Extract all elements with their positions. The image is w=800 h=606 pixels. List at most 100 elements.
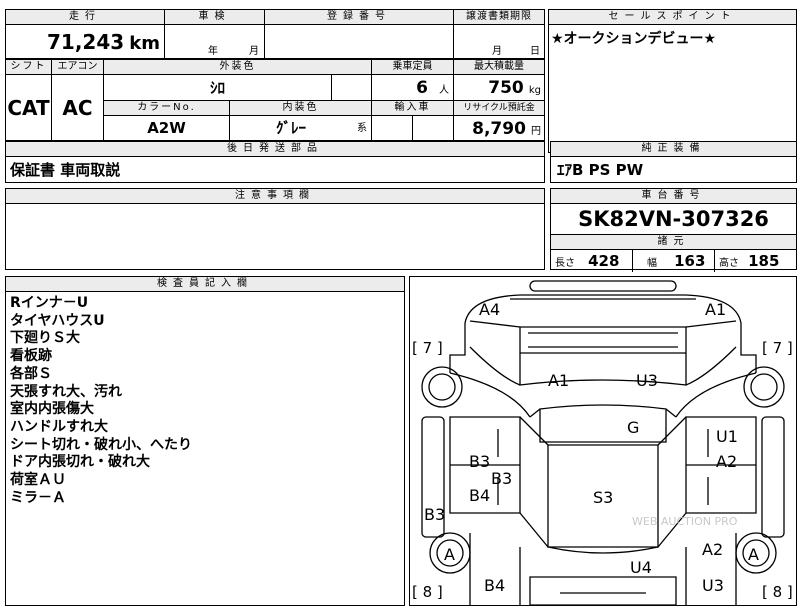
vehicle-diagram-box: A4 A1 [ 7 ] [ 7 ] A1 U3 G U1 A2 B3 B3 B4… [409, 276, 797, 606]
mark-left-door-upper-2: B3 [491, 469, 513, 488]
max-load-unit: kg [528, 85, 541, 96]
transfer-day: 日 [530, 46, 540, 57]
note-line: タイヤハウスU [10, 312, 105, 329]
dims-label: 諸元 [551, 235, 796, 250]
interior-box: ｸﾞﾚｰ 系 [230, 116, 372, 141]
length-label: 長さ [555, 258, 575, 269]
chassis-label: 車台番号 [551, 189, 796, 204]
note-line: ドア内張切れ・破れ大 [10, 454, 150, 471]
watermark: WEB AUCTION PRO [632, 515, 738, 528]
mark-rear-left-wheel: A [444, 545, 455, 564]
mark-hood-left: A1 [548, 371, 570, 390]
genuine-equipment-label: 純正装備 [551, 142, 796, 157]
note-line: 下廻りＳ大 [10, 330, 80, 347]
genuine-equipment-box: 純正装備 ｴｱB PS PW [550, 141, 797, 183]
length-cell: 長さ 428 [551, 250, 633, 272]
height-value: 185 [748, 252, 780, 270]
later-parts-box: 後日発送部品 保証書 車両取説 [5, 141, 545, 183]
registration-box: 登録番号 [264, 9, 454, 59]
recycle-box: 8,790 円 [454, 116, 544, 141]
mark-front-right: A1 [705, 300, 727, 319]
note-line: 看板跡 [10, 348, 52, 365]
sales-point-box: セールスポイント ★オークションデビュー★ [548, 9, 797, 153]
inspection-month: 月 [249, 46, 259, 57]
mark-front-left: A4 [479, 300, 501, 319]
import-cell-a [372, 116, 413, 141]
chassis-value: SK82VN-307326 [551, 204, 796, 235]
transfer-month: 月 [492, 46, 502, 57]
interior-label: 内装色 [230, 101, 372, 116]
mark-roof: G [627, 418, 640, 437]
max-load-label: 最大積載量 [454, 60, 544, 75]
note-line: 室内内張傷大 [10, 401, 94, 418]
mark-right-door-upper: U1 [716, 427, 738, 446]
mark-right-rear-quarter: A2 [702, 540, 724, 559]
recycle-label: リサイクル預託金 [454, 101, 544, 116]
shift-value: CAT [6, 75, 52, 141]
note-line: ハンドルすれ大 [10, 418, 108, 435]
chassis-box: 車台番号 SK82VN-307326 諸元 長さ 428 幅 163 高さ 18… [550, 188, 797, 272]
mileage-box: 走行 71,243 km [5, 9, 165, 59]
dims-row: 長さ 428 幅 163 高さ 185 [551, 250, 796, 272]
aircon-label: エアコン [52, 60, 104, 75]
mark-bumper-right-num: [ 7 ] [762, 339, 793, 357]
max-load-value: 750 [488, 78, 524, 98]
import-label: 輸入車 [372, 101, 454, 116]
mark-rear-floor: U4 [630, 558, 652, 577]
registration-label: 登録番号 [265, 10, 453, 25]
color-no-label: カラーNo. [104, 101, 230, 116]
note-line: Rインナ－U [10, 295, 89, 311]
exterior-value: ｼﾛ [104, 75, 332, 101]
mark-bumper-left-num: [ 7 ] [412, 339, 443, 357]
mileage-label: 走行 [6, 10, 164, 25]
recycle-value: 8,790 [472, 119, 526, 139]
shift-label: シフト [6, 60, 52, 75]
mark-rear-right-wheel: A [748, 545, 759, 564]
max-load-box: 750 kg [454, 75, 544, 101]
note-line: シート切れ・破れ小、へたり [10, 436, 192, 453]
capacity-box: 6 人 [372, 75, 454, 101]
inspector-notes: Rインナ－U タイヤハウスU 下廻りＳ大 看板跡 各部Ｓ 天張すれ大、汚れ 室内… [6, 292, 404, 510]
exterior-sub [332, 75, 372, 101]
interior-value: ｸﾞﾚｰ [276, 119, 307, 137]
later-parts-value: 保証書 車両取説 [10, 161, 121, 179]
exterior-label: 外装色 [104, 60, 372, 75]
color-no-value: A2W [104, 116, 230, 141]
note-line: 天張すれ大、汚れ [10, 383, 122, 400]
capacity-unit: 人 [439, 85, 449, 96]
genuine-equipment-value: ｴｱB PS PW [557, 161, 644, 179]
mileage-number: 71,243 [46, 30, 125, 54]
mark-left-rocker: B3 [424, 505, 446, 524]
interior-suffix: 系 [357, 123, 367, 134]
spec-grid: シフト CAT エアコン AC 外装色 ｼﾛ 乗車定員 6 人 最大積載量 75… [5, 59, 545, 142]
mark-rear-left-panel: B4 [484, 576, 506, 595]
inspector-box: 検査員記入欄 Rインナ－U タイヤハウスU 下廻りＳ大 看板跡 各部Ｓ 天張すれ… [5, 276, 405, 606]
inspection-year: 年 [208, 46, 218, 57]
sales-point-label: セールスポイント [549, 10, 796, 25]
mark-center: S3 [593, 488, 614, 507]
mileage-unit: km [129, 33, 160, 54]
transfer-deadline-label: 譲渡書類期限 [454, 10, 544, 25]
note-line: 各部Ｓ [10, 365, 52, 382]
mark-hood-right: U3 [636, 371, 658, 390]
length-value: 428 [588, 252, 620, 270]
mark-right-door-lower: A2 [716, 452, 738, 471]
capacity-value: 6 [416, 78, 428, 98]
caution-label: 注意事項欄 [6, 189, 544, 204]
height-label: 高さ [719, 258, 739, 269]
width-cell: 幅 163 [633, 250, 715, 272]
recycle-unit: 円 [531, 126, 541, 137]
caution-box: 注意事項欄 [5, 188, 545, 270]
transfer-deadline-box: 譲渡書類期限 月 日 [453, 9, 545, 59]
note-line: ミラ－Ａ [10, 489, 66, 506]
mark-left-door-upper: B3 [469, 452, 491, 471]
mark-rear-left-num: [ 8 ] [412, 583, 443, 601]
inspection-label: 車検 [165, 10, 264, 25]
mark-rear-right-num: [ 8 ] [762, 583, 793, 601]
mileage-value: 71,243 km [6, 25, 164, 61]
mark-left-door-lower: B4 [469, 486, 491, 505]
inspector-label: 検査員記入欄 [6, 277, 404, 292]
vehicle-diagram [421, 280, 785, 605]
width-value: 163 [674, 252, 706, 270]
import-cell-b [413, 116, 454, 141]
